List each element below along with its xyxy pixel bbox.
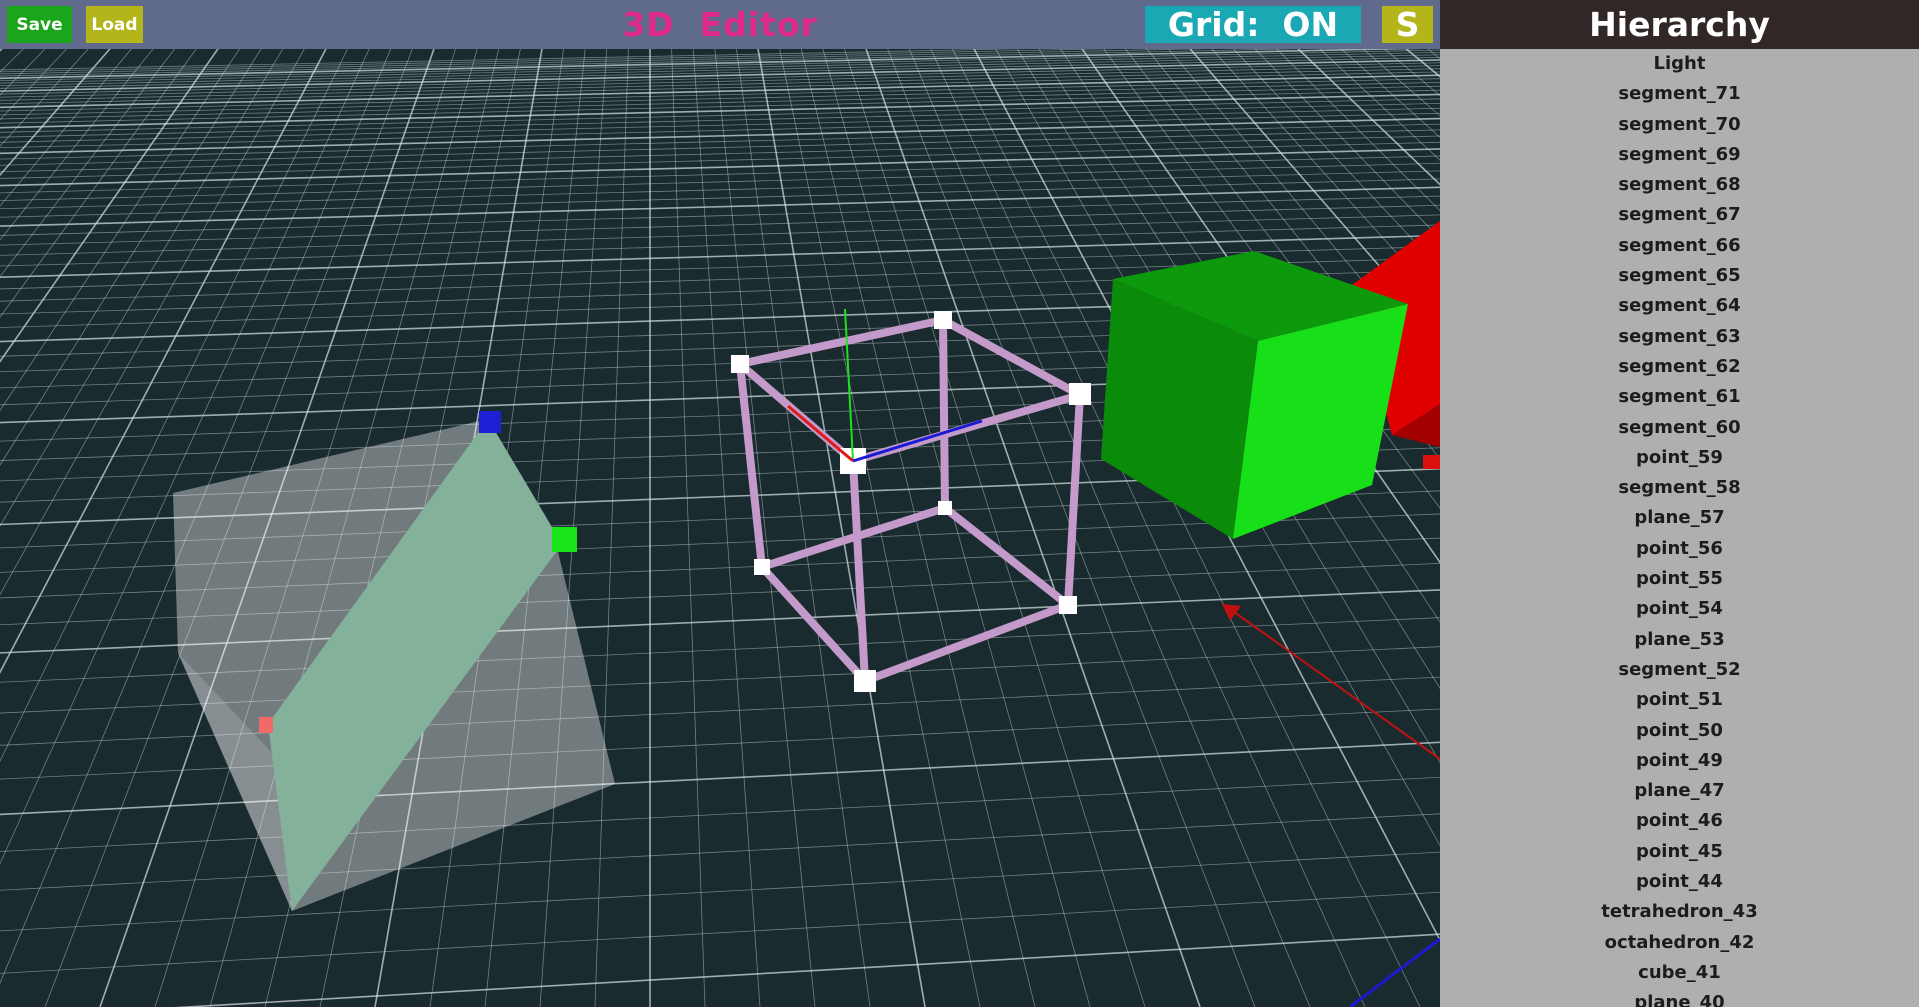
hierarchy-item[interactable]: segment_61 — [1440, 382, 1919, 412]
hierarchy-item[interactable]: Light — [1440, 49, 1919, 79]
hierarchy-item[interactable]: plane_53 — [1440, 625, 1919, 655]
hierarchy-item[interactable]: segment_62 — [1440, 352, 1919, 382]
hierarchy-item[interactable]: segment_52 — [1440, 655, 1919, 685]
viewport-canvas[interactable] — [0, 49, 1440, 1007]
grid-toggle-button[interactable]: Grid: ON — [1145, 5, 1361, 44]
hierarchy-item[interactable]: point_50 — [1440, 716, 1919, 746]
tetrahedron-handle[interactable] — [1423, 455, 1440, 469]
vertex-handle[interactable] — [754, 559, 770, 575]
hierarchy-item[interactable]: segment_71 — [1440, 79, 1919, 109]
vertex-handle[interactable] — [934, 311, 952, 329]
vertex-handle[interactable] — [938, 501, 952, 515]
hierarchy-list: Light segment_71 segment_70 segment_69 segme… — [1440, 49, 1919, 1007]
save-button[interactable]: Save — [7, 6, 72, 43]
hierarchy-item[interactable]: point_51 — [1440, 685, 1919, 715]
hierarchy-item[interactable]: point_54 — [1440, 594, 1919, 624]
toolbar: Save Load 3D Editor Grid: ON S — [0, 0, 1440, 49]
vertex-handle[interactable] — [1069, 383, 1091, 405]
hierarchy-item[interactable]: point_45 — [1440, 837, 1919, 867]
plane-handle-green[interactable] — [552, 527, 577, 552]
hierarchy-item[interactable]: segment_67 — [1440, 200, 1919, 230]
hierarchy-item[interactable]: plane_47 — [1440, 776, 1919, 806]
hierarchy-item[interactable]: segment_63 — [1440, 322, 1919, 352]
hierarchy-item[interactable]: point_44 — [1440, 867, 1919, 897]
s-button[interactable]: S — [1382, 5, 1433, 44]
vertex-handle[interactable] — [854, 670, 876, 692]
hierarchy-item[interactable]: segment_58 — [1440, 473, 1919, 503]
vertex-handle[interactable] — [1059, 596, 1077, 614]
hierarchy-item[interactable]: point_46 — [1440, 806, 1919, 836]
app-title: 3D Editor — [622, 5, 818, 44]
hierarchy-item[interactable]: segment_64 — [1440, 291, 1919, 321]
load-button[interactable]: Load — [86, 6, 143, 43]
hierarchy-item[interactable]: point_49 — [1440, 746, 1919, 776]
hierarchy-item[interactable]: point_59 — [1440, 443, 1919, 473]
hierarchy-item[interactable]: segment_68 — [1440, 170, 1919, 200]
hierarchy-item[interactable]: segment_66 — [1440, 231, 1919, 261]
hierarchy-item[interactable]: cube_41 — [1440, 958, 1919, 988]
hierarchy-item[interactable]: tetrahedron_43 — [1440, 897, 1919, 927]
plane-handle-blue[interactable] — [479, 411, 501, 433]
hierarchy-item[interactable]: point_56 — [1440, 534, 1919, 564]
plane-handle-red[interactable] — [259, 717, 273, 733]
hierarchy-item[interactable]: segment_69 — [1440, 140, 1919, 170]
3d-viewport[interactable] — [0, 49, 1440, 1007]
hierarchy-item[interactable]: plane_40 — [1440, 988, 1919, 1007]
hierarchy-item[interactable]: octahedron_42 — [1440, 928, 1919, 958]
hierarchy-item[interactable]: segment_70 — [1440, 110, 1919, 140]
hierarchy-panel: Hierarchy Light segment_71 segment_70 segme… — [1440, 0, 1919, 1007]
hierarchy-item[interactable]: segment_65 — [1440, 261, 1919, 291]
hierarchy-item[interactable]: plane_57 — [1440, 503, 1919, 533]
vertex-handle[interactable] — [731, 355, 749, 373]
hierarchy-item[interactable]: point_55 — [1440, 564, 1919, 594]
hierarchy-title: Hierarchy — [1440, 0, 1919, 49]
hierarchy-item[interactable]: segment_60 — [1440, 413, 1919, 443]
